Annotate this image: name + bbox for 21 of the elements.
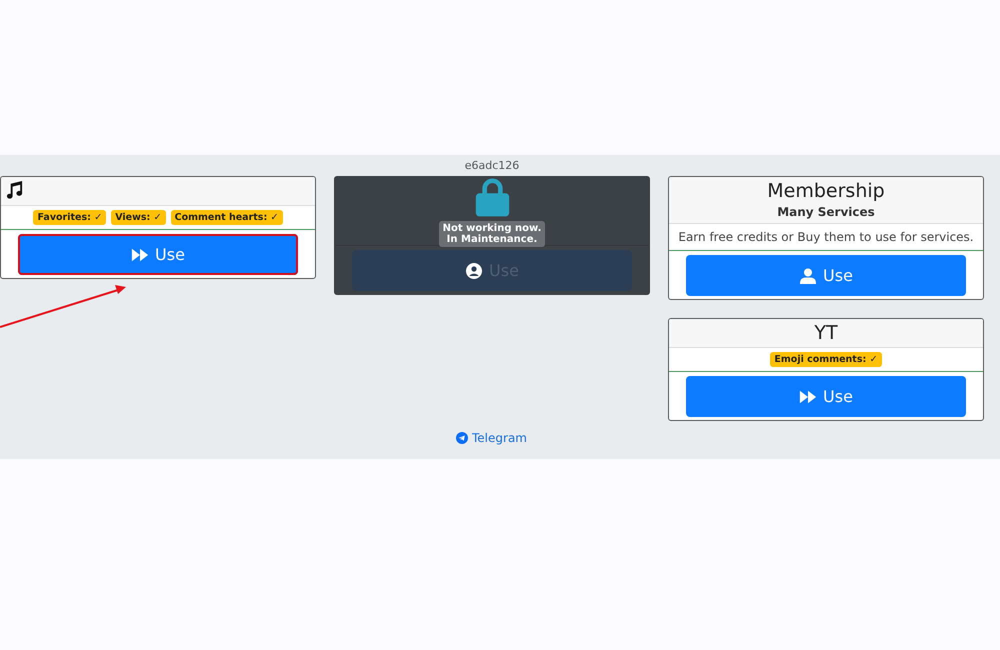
telegram-link[interactable]: Telegram xyxy=(456,431,527,445)
card-subtitle: Many Services xyxy=(776,204,876,221)
fast-forward-icon xyxy=(799,388,818,404)
use-button[interactable]: Use xyxy=(686,376,966,417)
fast-forward-icon xyxy=(131,246,150,262)
lock-icon xyxy=(474,177,510,217)
use-button[interactable]: Use xyxy=(18,234,298,275)
maintenance-message: Not working now. In Maintenance. xyxy=(438,221,546,247)
user-circle-icon xyxy=(465,262,484,278)
telegram-icon xyxy=(456,432,468,444)
card-title: YT xyxy=(813,321,839,345)
feature-badge: Comment hearts: ✓ xyxy=(170,210,283,225)
feature-badge: Favorites: ✓ xyxy=(33,210,106,225)
card-description: Earn free credits or Buy them to use for services. xyxy=(677,229,975,246)
use-button[interactable]: Use xyxy=(686,255,966,296)
user-icon xyxy=(799,268,818,284)
feature-badge: Views: ✓ xyxy=(111,210,166,225)
music-note-icon xyxy=(5,180,24,199)
card-title: Membership xyxy=(766,179,886,203)
feature-badge: Emoji comments: ✓ xyxy=(770,352,882,367)
card-id-label: e6adc126 xyxy=(464,159,520,172)
